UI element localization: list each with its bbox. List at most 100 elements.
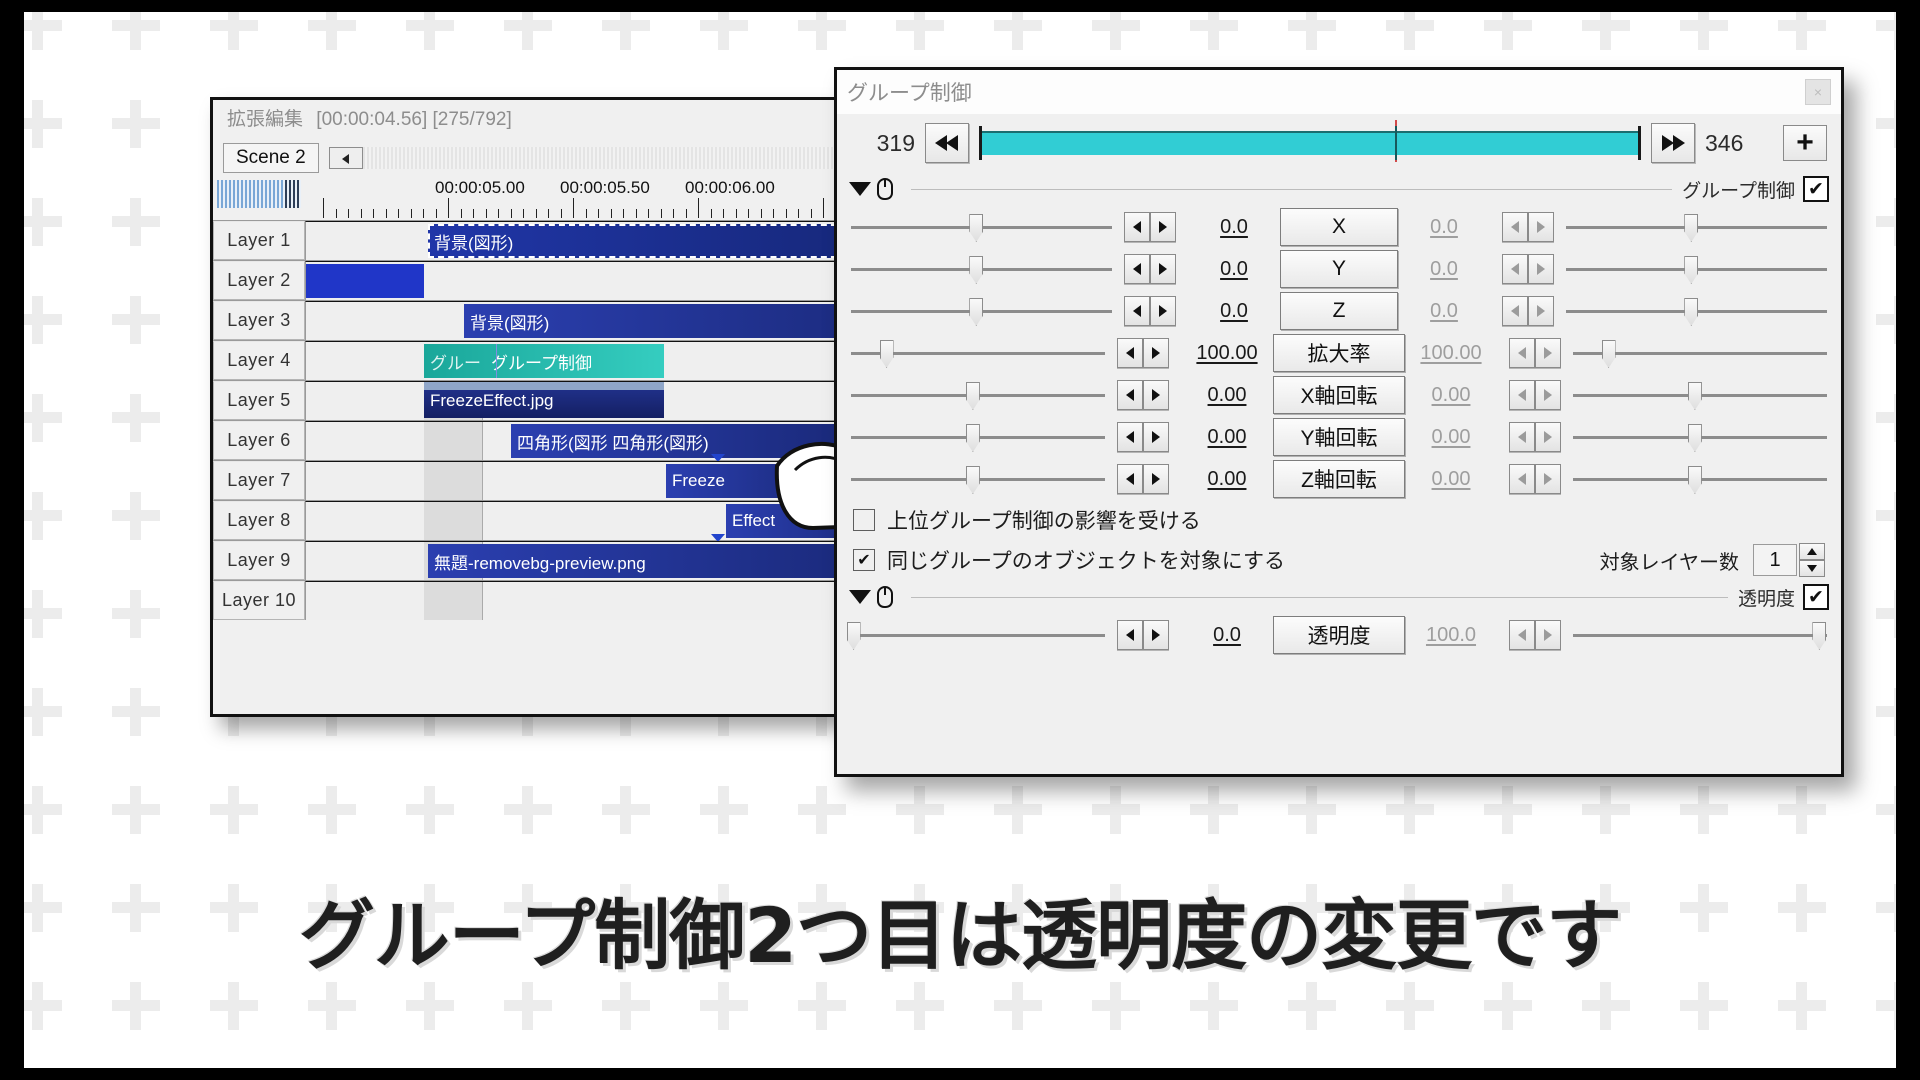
spinner-decrement[interactable] <box>1124 212 1150 242</box>
spinner-right-p3[interactable] <box>1509 338 1561 368</box>
slider-left-p0[interactable] <box>851 210 1112 244</box>
spinner-right-p5[interactable] <box>1509 422 1561 452</box>
slider-right-p5[interactable] <box>1573 420 1827 454</box>
spinner-decrement[interactable] <box>1117 464 1143 494</box>
spinner-increment[interactable] <box>1150 296 1176 326</box>
checkbox-same-group[interactable]: ✔ <box>853 549 875 571</box>
value-left-p0[interactable]: 0.0 <box>1188 216 1280 239</box>
value-right-p3[interactable]: 100.00 <box>1405 342 1497 365</box>
spinner-left-p2[interactable] <box>1124 296 1176 326</box>
slider-left-p4[interactable] <box>851 378 1105 412</box>
param-button-p4[interactable]: X軸回転 <box>1273 376 1405 414</box>
slider-knob[interactable] <box>969 214 984 242</box>
rewind-icon[interactable] <box>925 123 969 163</box>
value-right-p6[interactable]: 0.00 <box>1405 468 1497 491</box>
spinner-increment[interactable] <box>1150 212 1176 242</box>
layer-name-2[interactable]: Layer 2 <box>213 261 305 300</box>
slider-knob[interactable] <box>965 424 980 452</box>
param-button-p0[interactable]: X <box>1280 208 1398 246</box>
param-button-p1[interactable]: Y <box>1280 250 1398 288</box>
section-checkbox-group-control[interactable]: ✔ <box>1803 176 1829 202</box>
value-right-opacity[interactable]: 100.0 <box>1405 624 1497 647</box>
spinner-right-p1[interactable] <box>1502 254 1554 284</box>
spinner-left-p0[interactable] <box>1124 212 1176 242</box>
layer-name-5[interactable]: Layer 5 <box>213 381 305 420</box>
value-right-p2[interactable]: 0.0 <box>1398 300 1490 323</box>
slider-left-p5[interactable] <box>851 420 1105 454</box>
layer-name-10[interactable]: Layer 10 <box>213 581 305 620</box>
slider-left-opacity[interactable] <box>846 618 1105 652</box>
slider-right-p1[interactable] <box>1566 252 1827 286</box>
spinner-decrement[interactable] <box>1124 296 1150 326</box>
value-left-p4[interactable]: 0.00 <box>1181 384 1273 407</box>
slider-knob[interactable] <box>965 382 980 410</box>
time-range-slider[interactable] <box>979 120 1641 162</box>
section-checkbox-opacity[interactable]: ✔ <box>1803 584 1829 610</box>
slider-knob[interactable] <box>1687 424 1702 452</box>
slider-knob[interactable] <box>1684 214 1699 242</box>
spinner-increment[interactable] <box>1143 380 1169 410</box>
spinner-decrement[interactable] <box>1502 254 1528 284</box>
param-button-p5[interactable]: Y軸回転 <box>1273 418 1405 456</box>
spinner-right-p4[interactable] <box>1509 380 1561 410</box>
value-left-opacity[interactable]: 0.0 <box>1181 624 1273 647</box>
spinner-left-p6[interactable] <box>1117 464 1169 494</box>
layer-name-8[interactable]: Layer 8 <box>213 501 305 540</box>
value-right-p0[interactable]: 0.0 <box>1398 216 1490 239</box>
slider-knob[interactable] <box>965 466 980 494</box>
slider-knob[interactable] <box>1684 298 1699 326</box>
slider-left-p2[interactable] <box>851 294 1112 328</box>
layer-name-6[interactable]: Layer 6 <box>213 421 305 460</box>
fast-forward-icon[interactable] <box>1651 123 1695 163</box>
slider-right-p2[interactable] <box>1566 294 1827 328</box>
value-left-p2[interactable]: 0.0 <box>1188 300 1280 323</box>
spinner-left-p5[interactable] <box>1117 422 1169 452</box>
spinner-increment[interactable] <box>1150 254 1176 284</box>
spinner-left-p3[interactable] <box>1117 338 1169 368</box>
spinner-decrement[interactable] <box>1124 254 1150 284</box>
spinner-right-p6[interactable] <box>1509 464 1561 494</box>
spinner-left-p1[interactable] <box>1124 254 1176 284</box>
slider-knob[interactable] <box>1684 256 1699 284</box>
layer-name-3[interactable]: Layer 3 <box>213 301 305 340</box>
stepper-up-button[interactable] <box>1799 543 1825 560</box>
spinner-increment[interactable] <box>1535 422 1561 452</box>
value-right-p1[interactable]: 0.0 <box>1398 258 1490 281</box>
spinner-increment[interactable] <box>1535 620 1561 650</box>
value-right-p4[interactable]: 0.00 <box>1405 384 1497 407</box>
spinner-decrement[interactable] <box>1502 296 1528 326</box>
slider-right-p0[interactable] <box>1566 210 1827 244</box>
spinner-increment[interactable] <box>1535 464 1561 494</box>
spinner-increment[interactable] <box>1143 422 1169 452</box>
collapse-triangle-icon[interactable] <box>849 182 871 196</box>
slider-knob[interactable] <box>1601 340 1616 368</box>
stepper-down-button[interactable] <box>1799 560 1825 577</box>
param-button-p2[interactable]: Z <box>1280 292 1398 330</box>
value-left-p3[interactable]: 100.00 <box>1181 342 1273 365</box>
layer-name-4[interactable]: Layer 4 <box>213 341 305 380</box>
value-left-p1[interactable]: 0.0 <box>1188 258 1280 281</box>
slider-right-p4[interactable] <box>1573 378 1827 412</box>
slider-left-p6[interactable] <box>851 462 1105 496</box>
value-left-p6[interactable]: 0.00 <box>1181 468 1273 491</box>
param-button-opacity[interactable]: 透明度 <box>1273 616 1405 654</box>
spinner-increment[interactable] <box>1535 338 1561 368</box>
slider-right-p6[interactable] <box>1573 462 1827 496</box>
slider-right-opacity[interactable] <box>1573 618 1827 652</box>
target-layers-input[interactable]: 1 <box>1753 544 1797 576</box>
timeline-clip[interactable]: グルー グループ制御 <box>424 344 664 378</box>
spinner-decrement[interactable] <box>1502 212 1528 242</box>
slider-knob[interactable] <box>879 340 894 368</box>
spinner-increment[interactable] <box>1535 380 1561 410</box>
spinner-decrement[interactable] <box>1509 338 1535 368</box>
value-left-p5[interactable]: 0.00 <box>1181 426 1273 449</box>
slider-left-p1[interactable] <box>851 252 1112 286</box>
spinner-decrement[interactable] <box>1117 422 1143 452</box>
slider-knob[interactable] <box>969 256 984 284</box>
collapse-triangle-icon-opacity[interactable] <box>849 590 871 604</box>
spinner-decrement[interactable] <box>1509 464 1535 494</box>
spinner-left-p4[interactable] <box>1117 380 1169 410</box>
spinner-right-p2[interactable] <box>1502 296 1554 326</box>
timeline-clip[interactable] <box>306 264 424 298</box>
checkbox-parent-group[interactable] <box>853 509 875 531</box>
